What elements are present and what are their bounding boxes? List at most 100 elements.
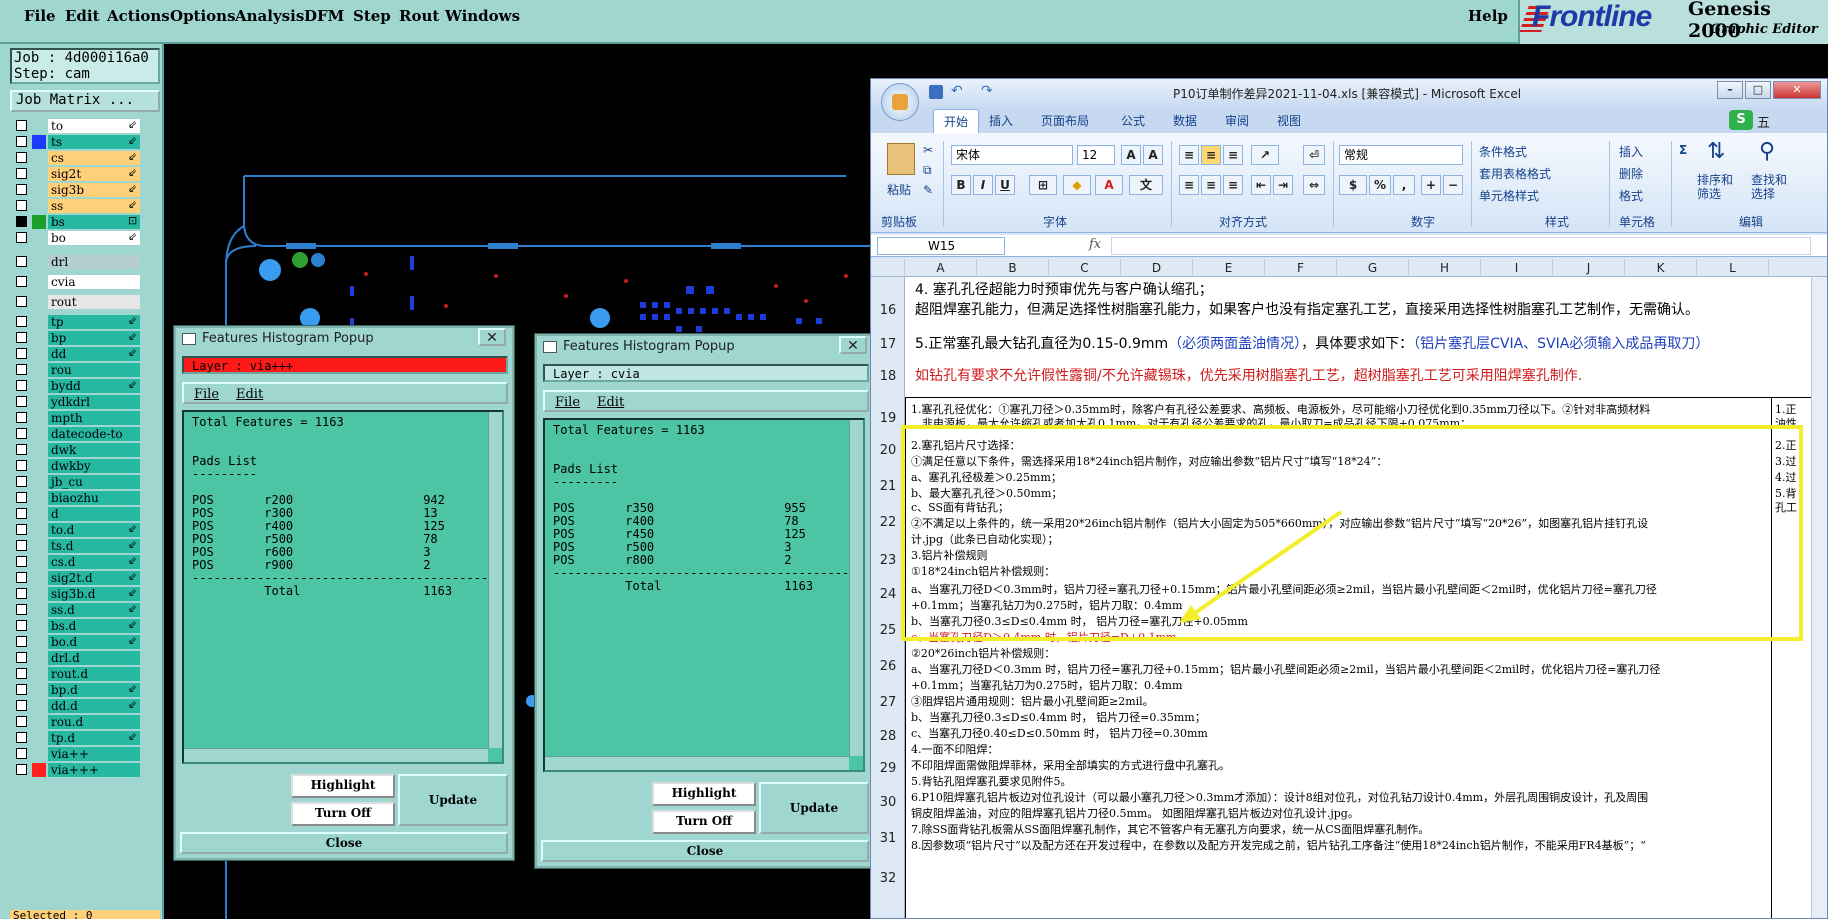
popup2-highlight-button[interactable]: Highlight (652, 782, 756, 806)
layer-row[interactable]: dd.d ⇙ (10, 698, 160, 714)
popup1-vertical-scrollbar[interactable] (488, 412, 502, 748)
worksheet-vertical-scrollbar[interactable] (1811, 277, 1827, 918)
layer-row[interactable]: ts ⇙ (10, 134, 160, 150)
layer-name[interactable]: sig2t.d (48, 571, 140, 585)
layer-name[interactable]: cs (48, 151, 140, 165)
layer-name[interactable]: drl.d (48, 651, 140, 665)
fill-color-icon[interactable]: ◆ (1063, 175, 1091, 195)
row-header[interactable]: 32 (871, 871, 905, 886)
layer-row[interactable]: cs.d ⇙ (10, 554, 160, 570)
percent-icon[interactable]: % (1369, 175, 1391, 195)
layer-checkbox[interactable] (16, 460, 27, 471)
layer-row[interactable]: ts.d ⇙ (10, 538, 160, 554)
menu-edit[interactable]: Edit (65, 7, 100, 25)
number-format-select[interactable]: 常规 (1339, 145, 1463, 165)
layer-name[interactable]: rou (48, 363, 140, 377)
layer-name[interactable]: via+++ (48, 763, 140, 777)
layer-name[interactable]: ss.d (48, 603, 140, 617)
row-header[interactable]: 31 (871, 831, 905, 846)
layer-name[interactable]: bs (48, 215, 140, 229)
layer-row[interactable]: rout (10, 294, 160, 310)
sort-filter-icon[interactable]: ⇅ (1707, 139, 1725, 164)
row-header[interactable]: 22 (871, 515, 905, 530)
formula-input[interactable] (1111, 237, 1811, 255)
conditional-format-button[interactable]: 条件格式 (1479, 143, 1527, 160)
layer-checkbox[interactable] (16, 492, 27, 503)
row-header[interactable]: 17 (871, 337, 905, 352)
layer-checkbox[interactable] (16, 476, 27, 487)
layer-name[interactable]: bp.d (48, 683, 140, 697)
layer-row[interactable]: bs ⊡ (10, 214, 160, 230)
layer-name[interactable]: dwk (48, 443, 140, 457)
phonetic-icon[interactable]: 文 (1129, 175, 1163, 195)
layer-name[interactable]: cvia (48, 275, 140, 289)
popup1-close-x-button[interactable]: ✕ (478, 328, 506, 346)
layer-name[interactable]: rout (48, 295, 140, 309)
layer-row[interactable]: via++ (10, 746, 160, 762)
layer-row[interactable]: mpth (10, 410, 160, 426)
layer-row[interactable]: bo.d ⇙ (10, 634, 160, 650)
layer-name[interactable]: via++ (48, 747, 140, 761)
layer-name[interactable]: to.d (48, 523, 140, 537)
layer-checkbox[interactable] (16, 524, 27, 535)
layer-checkbox[interactable] (16, 412, 27, 423)
layer-checkbox[interactable] (16, 296, 27, 307)
sort-filter-button[interactable]: 排序和 筛选 (1697, 173, 1733, 201)
column-header[interactable]: B (977, 259, 1049, 277)
layer-row[interactable]: tp.d ⇙ (10, 730, 160, 746)
format-cells-button[interactable]: 格式 (1619, 187, 1643, 204)
row-header[interactable]: 19 (871, 411, 905, 426)
menu-step[interactable]: Step (353, 7, 391, 25)
menu-options[interactable]: Options (170, 7, 236, 25)
layer-checkbox[interactable] (16, 700, 27, 711)
shrink-font-icon[interactable]: A (1143, 145, 1163, 165)
layer-checkbox[interactable] (16, 332, 27, 343)
popup2-close-x-button[interactable]: ✕ (839, 336, 867, 354)
layer-row[interactable]: rout.d (10, 666, 160, 682)
layer-row[interactable]: sig3b ⇙ (10, 182, 160, 198)
layer-name[interactable]: dwkby (48, 459, 140, 473)
layer-checkbox[interactable] (16, 684, 27, 695)
layer-checkbox[interactable] (16, 540, 27, 551)
layer-checkbox[interactable] (16, 636, 27, 647)
layer-name[interactable]: ydkdrl (48, 395, 140, 409)
layer-row[interactable]: sig3b.d ⇙ (10, 586, 160, 602)
tab-data[interactable]: 数据 (1173, 112, 1197, 129)
layer-name[interactable]: to (48, 119, 140, 133)
layer-name[interactable]: d (48, 507, 140, 521)
layer-checkbox[interactable] (16, 396, 27, 407)
layer-checkbox[interactable] (16, 168, 27, 179)
layer-row[interactable]: ss ⇙ (10, 198, 160, 214)
layer-row[interactable]: dwkby (10, 458, 160, 474)
layer-row[interactable]: drl (10, 254, 160, 270)
insert-cells-button[interactable]: 插入 (1619, 143, 1643, 160)
layer-row[interactable]: d (10, 506, 160, 522)
font-color-icon[interactable]: A (1095, 175, 1123, 195)
popup1-titlebar[interactable]: Features Histogram Popup ✕ (176, 328, 512, 350)
align-bottom-icon[interactable]: ≡ (1223, 145, 1243, 165)
layer-row[interactable]: via+++ (10, 762, 160, 778)
format-painter-icon[interactable]: ✎ (923, 183, 933, 197)
layer-row[interactable]: rou (10, 362, 160, 378)
layer-checkbox[interactable] (16, 604, 27, 615)
layer-name[interactable]: bs.d (48, 619, 140, 633)
column-header[interactable]: L (1697, 259, 1769, 277)
align-center-icon[interactable]: ≡ (1201, 175, 1221, 195)
layer-checkbox[interactable] (16, 748, 27, 759)
layer-name[interactable]: dd (48, 347, 140, 361)
paste-button[interactable]: 粘贴 (887, 181, 911, 198)
layer-name[interactable]: rout.d (48, 667, 140, 681)
layer-row[interactable]: biaozhu (10, 490, 160, 506)
maximize-button[interactable]: □ (1745, 81, 1771, 99)
row-header[interactable]: 25 (871, 623, 905, 638)
layer-checkbox[interactable] (16, 276, 27, 287)
layer-checkbox[interactable] (16, 572, 27, 583)
font-name-select[interactable]: 宋体 (951, 145, 1073, 165)
layer-checkbox[interactable] (16, 556, 27, 567)
layer-row[interactable]: sig2t ⇙ (10, 166, 160, 182)
tab-review[interactable]: 审阅 (1225, 112, 1249, 129)
popup1-menu-edit[interactable]: Edit (236, 384, 263, 406)
fx-icon[interactable]: fx (1089, 237, 1101, 252)
italic-icon[interactable]: I (973, 175, 993, 195)
popup2-close-button[interactable]: Close (541, 840, 869, 862)
